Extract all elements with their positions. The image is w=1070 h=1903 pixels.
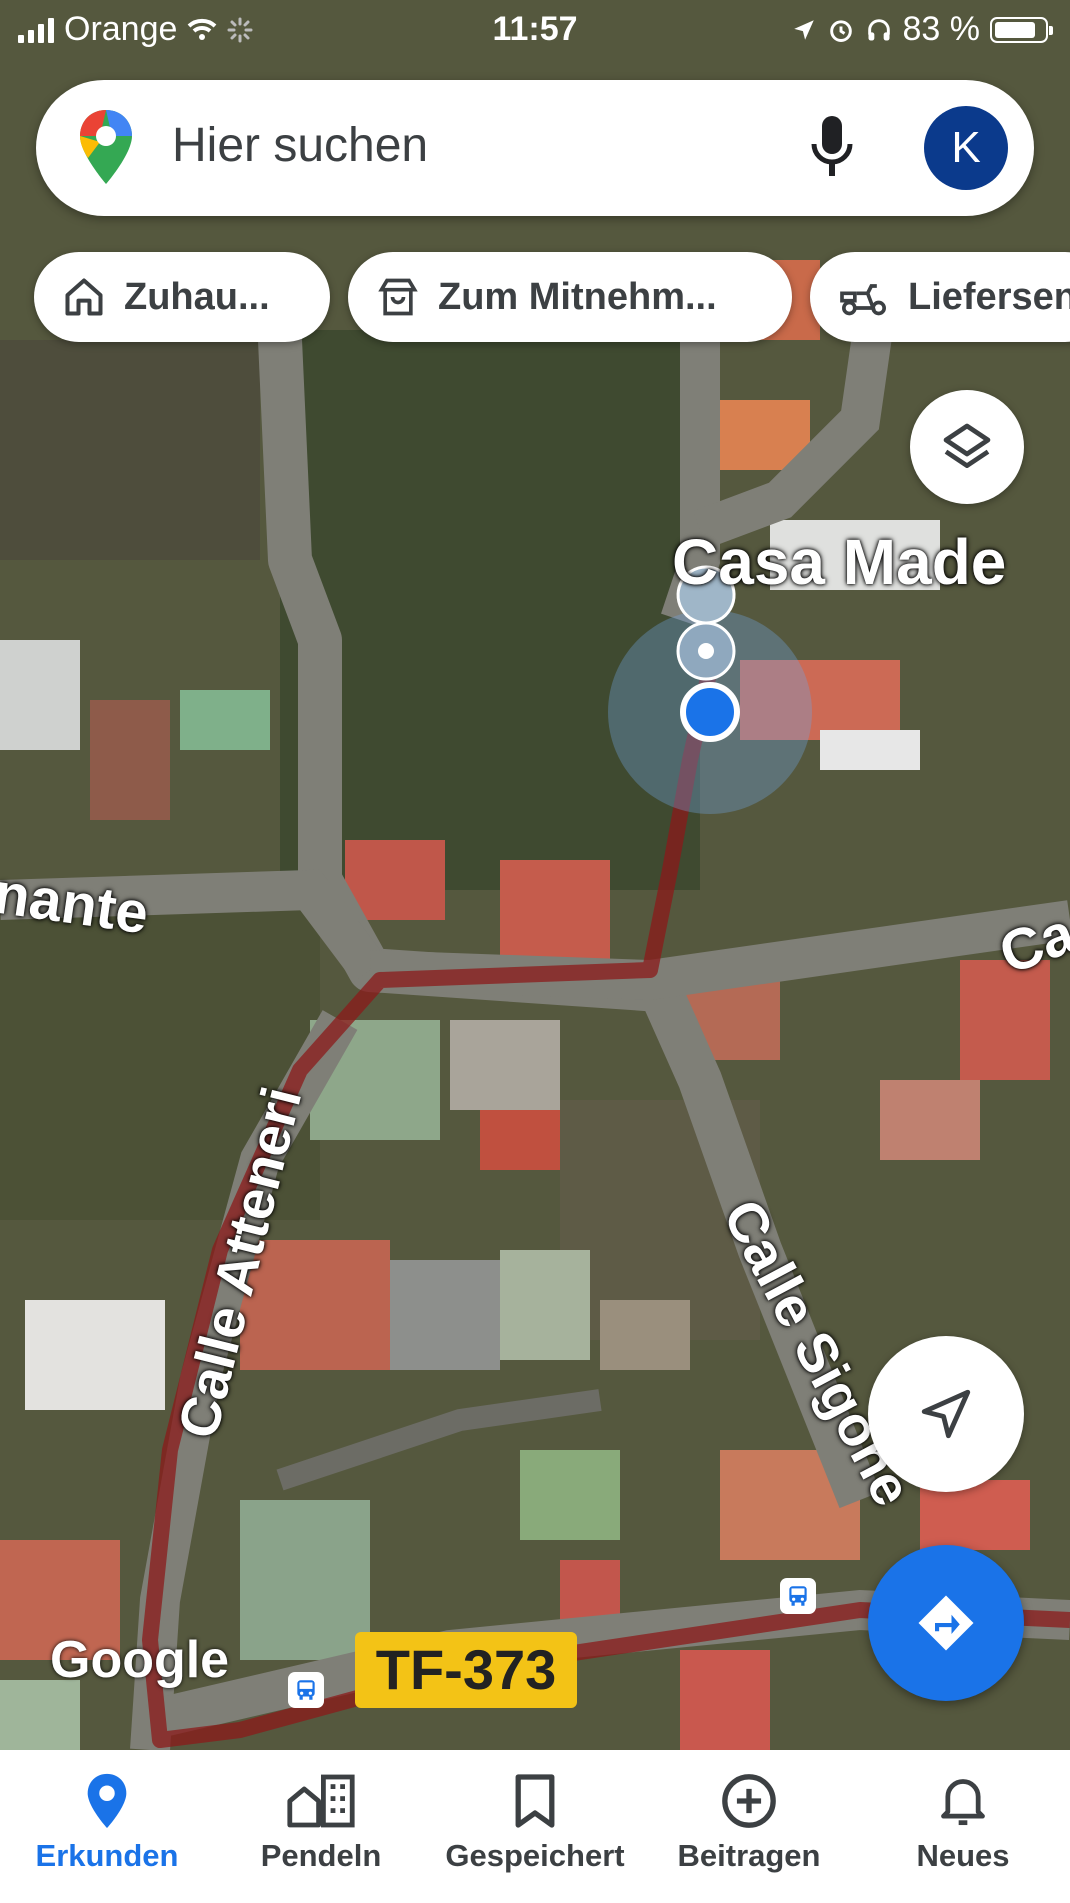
battery-icon <box>990 16 1053 43</box>
alarm-icon <box>829 19 852 42</box>
nav-gespeichert[interactable]: Gespeichert <box>428 1750 642 1903</box>
location-arrow-icon <box>793 19 814 40</box>
google-attribution: Google <box>50 1631 230 1689</box>
nav-erkunden[interactable]: Erkunden <box>0 1750 214 1903</box>
my-location-button[interactable] <box>868 1336 1024 1492</box>
explore-pin-icon <box>87 1773 127 1829</box>
navigation-arrow-icon <box>921 1389 971 1439</box>
chip-takeout[interactable]: Zum Mitnehm... <box>348 252 792 342</box>
saved-bookmark-icon <box>515 1774 555 1828</box>
status-bar: Orange 11:57 83 % <box>0 0 1070 60</box>
nav-pendeln-label: Pendeln <box>260 1838 382 1873</box>
search-bar[interactable]: Hier suchen K <box>36 80 1034 216</box>
bus-stop-icon[interactable] <box>780 1578 816 1614</box>
commute-icon <box>287 1774 355 1828</box>
microphone-icon[interactable] <box>806 114 858 182</box>
nav-neues-label: Neues <box>916 1838 1010 1873</box>
bottom-navigation: Erkunden Pendeln Gespeichert Beitragen N… <box>0 1750 1070 1903</box>
battery-percentage: 83 % <box>902 10 981 48</box>
chip-delivery[interactable]: Liefersen <box>810 252 1070 342</box>
chip-home[interactable]: Zuhau... <box>34 252 330 342</box>
home-icon <box>65 278 103 316</box>
layers-button[interactable] <box>910 390 1024 504</box>
nav-neues[interactable]: Neues <box>856 1750 1070 1903</box>
account-avatar[interactable]: K <box>924 106 1008 190</box>
layers-icon <box>943 423 991 468</box>
contribute-plus-icon <box>722 1774 776 1828</box>
place-label[interactable]: Casa Made <box>672 525 1006 599</box>
nav-beitragen[interactable]: Beitragen <box>642 1750 856 1903</box>
nav-pendeln[interactable]: Pendeln <box>214 1750 428 1903</box>
takeout-icon <box>378 278 418 316</box>
chip-home-label: Zuhau... <box>124 275 270 318</box>
headphones-icon <box>867 18 890 40</box>
updates-bell-icon <box>941 1779 985 1826</box>
nav-beitragen-label: Beitragen <box>677 1838 821 1873</box>
directions-icon <box>918 1595 974 1651</box>
road-shield: TF-373 <box>355 1632 577 1708</box>
search-input[interactable]: Hier suchen <box>172 118 428 173</box>
delivery-icon <box>840 284 887 316</box>
chip-takeout-label: Zum Mitnehm... <box>438 275 717 318</box>
google-maps-logo-icon <box>80 110 132 184</box>
chip-delivery-label: Liefersen <box>908 275 1070 318</box>
nav-erkunden-label: Erkunden <box>35 1838 179 1873</box>
bus-stop-icon[interactable] <box>288 1672 324 1708</box>
directions-button[interactable] <box>868 1545 1024 1701</box>
nav-gespeichert-label: Gespeichert <box>445 1838 625 1873</box>
